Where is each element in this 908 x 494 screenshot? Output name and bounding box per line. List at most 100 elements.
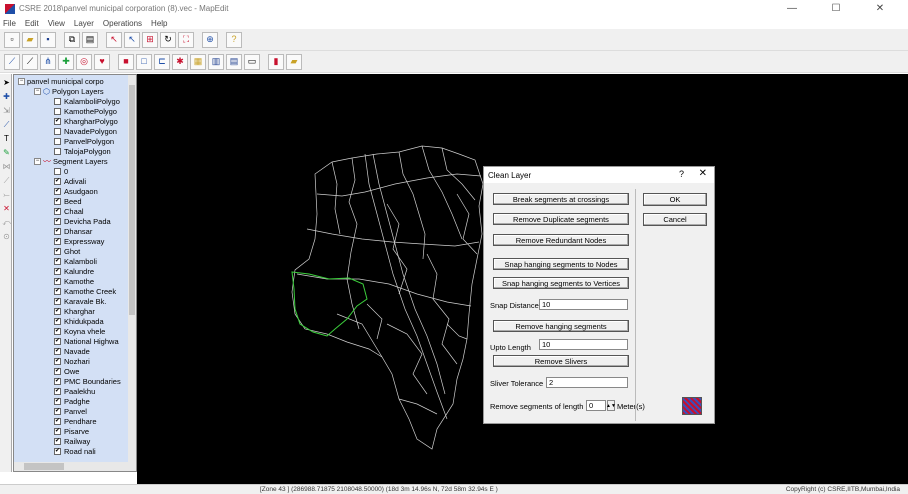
- layer-checkbox[interactable]: ✔: [54, 217, 61, 225]
- segment-layer-item[interactable]: ✔ Ghot: [54, 246, 80, 256]
- settings-icon[interactable]: ✱: [172, 53, 188, 70]
- copy-icon[interactable]: ⧉: [64, 31, 80, 48]
- rotate-icon[interactable]: ↻: [160, 31, 176, 48]
- select-arrow-icon[interactable]: ↖: [106, 31, 122, 48]
- segment-layer-item[interactable]: ✔ Chaal: [54, 206, 84, 216]
- delete-tool-icon[interactable]: ✕: [1, 203, 12, 214]
- layer-checkbox[interactable]: ✔: [54, 277, 61, 285]
- layer-checkbox[interactable]: [54, 107, 61, 115]
- ok-button[interactable]: OK: [643, 193, 707, 206]
- segment-layer-item[interactable]: ✔ Expressway: [54, 236, 104, 246]
- menu-edit[interactable]: Edit: [25, 19, 39, 28]
- segment-layer-item[interactable]: ✔ Kharghar: [54, 306, 95, 316]
- layer-checkbox[interactable]: ✔: [54, 237, 61, 245]
- polygon-layer-item[interactable]: KalamboliPolygo: [54, 96, 120, 106]
- remove-slivers-button[interactable]: Remove Slivers: [493, 355, 629, 367]
- menu-help[interactable]: Help: [151, 19, 167, 28]
- folder-icon[interactable]: ▰: [286, 53, 302, 70]
- layer-checkbox[interactable]: ✔: [54, 187, 61, 195]
- layer-checkbox[interactable]: ✔: [54, 367, 61, 375]
- menu-layer[interactable]: Layer: [74, 19, 94, 28]
- paste-icon[interactable]: ▤: [82, 31, 98, 48]
- polygon-layer-item[interactable]: PanvelPolygon: [54, 136, 114, 146]
- pointer-tool-icon[interactable]: ➤: [1, 77, 12, 88]
- undo-tool-icon[interactable]: ⤺: [1, 217, 12, 228]
- polygon-layer-item[interactable]: KamothePolygo: [54, 106, 117, 116]
- layer-checkbox[interactable]: ✔: [54, 327, 61, 335]
- maximize-button[interactable]: ☐: [814, 0, 858, 17]
- layer-checkbox[interactable]: ✔: [54, 397, 61, 405]
- layer-checkbox[interactable]: ✔: [54, 417, 61, 425]
- draw-line-icon[interactable]: ⟋: [4, 53, 20, 70]
- layer-panel-vertical-scrollbar[interactable]: [128, 75, 136, 464]
- layer-checkbox[interactable]: ✔: [54, 407, 61, 415]
- marker-icon[interactable]: ♥: [94, 53, 110, 70]
- segment-layer-item[interactable]: ✔ Pisarve: [54, 426, 89, 436]
- layer-checkbox[interactable]: ✔: [54, 357, 61, 365]
- segment-layer-item[interactable]: ✔ Adivali: [54, 176, 86, 186]
- grid-icon[interactable]: ⊞: [142, 31, 158, 48]
- segment-layers-group[interactable]: − 〰 Segment Layers: [34, 156, 108, 166]
- remove-duplicate-button[interactable]: Remove Duplicate segments: [493, 213, 629, 225]
- length-spinner[interactable]: ▲▼: [606, 400, 616, 411]
- layer-checkbox[interactable]: ✔: [54, 317, 61, 325]
- layers-icon[interactable]: ▤: [226, 53, 242, 70]
- layer-checkbox[interactable]: ✔: [54, 377, 61, 385]
- layer-tree-panel[interactable]: − panvel municipal corpo − ⬡ Polygon Layers K…: [13, 74, 137, 472]
- layer-checkbox[interactable]: ✔: [54, 387, 61, 395]
- collapse-icon[interactable]: −: [34, 87, 41, 95]
- menu-file[interactable]: File: [3, 19, 16, 28]
- remove-length-input[interactable]: 0: [586, 400, 606, 411]
- segment-layer-item[interactable]: ✔ Kalundre: [54, 266, 94, 276]
- layer-checkbox[interactable]: ✔: [54, 267, 61, 275]
- node-tool-icon[interactable]: ⋈: [1, 161, 12, 172]
- layer-checkbox[interactable]: [54, 127, 61, 135]
- join-tool-icon[interactable]: ⤚: [1, 189, 12, 200]
- zoom-icon[interactable]: ⊕: [202, 31, 218, 48]
- snap-nodes-button[interactable]: Snap hanging segments to Nodes: [493, 258, 629, 270]
- layer-checkbox[interactable]: ✔: [54, 177, 61, 185]
- layer-checkbox[interactable]: ✔: [54, 337, 61, 345]
- square-outline-icon[interactable]: □: [136, 53, 152, 70]
- segment-layer-item[interactable]: ✔ Dhansar: [54, 226, 92, 236]
- segment-layer-item[interactable]: ✔ Owe: [54, 366, 79, 376]
- segment-layer-item[interactable]: ✔ Asudgaon: [54, 186, 98, 196]
- layer-checkbox[interactable]: ✔: [54, 197, 61, 205]
- rectangle-icon[interactable]: ■: [118, 53, 134, 70]
- draw-polyline-icon[interactable]: ⟋: [22, 53, 38, 70]
- segment-layer-item[interactable]: ✔ Koyna vhele: [54, 326, 105, 336]
- layer-tree-root[interactable]: − panvel municipal corpo: [18, 76, 104, 86]
- segment-layer-item[interactable]: ✔ National Highwa: [54, 336, 119, 346]
- menu-view[interactable]: View: [48, 19, 65, 28]
- upto-length-input[interactable]: 10: [539, 339, 628, 350]
- segment-layer-item[interactable]: ✔ Devicha Pada: [54, 216, 111, 226]
- break-segments-button[interactable]: Break segments at crossings: [493, 193, 629, 205]
- segment-layer-item[interactable]: ✔ Pendhare: [54, 416, 97, 426]
- menu-operations[interactable]: Operations: [103, 19, 142, 28]
- remove-redundant-button[interactable]: Remove Redundant Nodes: [493, 234, 629, 246]
- add-tool-icon[interactable]: ✚: [1, 91, 12, 102]
- layer-checkbox[interactable]: ✔: [54, 287, 61, 295]
- dialog-help-button[interactable]: ?: [679, 169, 684, 179]
- add-node-icon[interactable]: ✚: [58, 53, 74, 70]
- collapse-icon[interactable]: −: [18, 77, 25, 85]
- segment-layer-item[interactable]: ✔ Khidukpada: [54, 316, 104, 326]
- open-folder-icon[interactable]: ▰: [22, 31, 38, 48]
- save-icon[interactable]: ▪: [40, 31, 56, 48]
- split-tool-icon[interactable]: ⟋: [1, 175, 12, 186]
- help-icon[interactable]: ?: [226, 31, 242, 48]
- layer-checkbox[interactable]: ✔: [54, 227, 61, 235]
- selected-kharghar-polygon[interactable]: [291, 271, 368, 337]
- snap-vertices-button[interactable]: Snap hanging segments to Vertices: [493, 277, 629, 289]
- snap-node-icon[interactable]: ⋔: [40, 53, 56, 70]
- frame-icon[interactable]: ▭: [244, 53, 260, 70]
- sliver-tolerance-input[interactable]: 2: [546, 377, 628, 388]
- pointer-arrow-icon[interactable]: ↖: [124, 31, 140, 48]
- figure-icon[interactable]: ⛶: [178, 31, 194, 48]
- polygon-layer-item[interactable]: NavadePolygon: [54, 126, 117, 136]
- line-tool-icon[interactable]: ⟋: [1, 119, 12, 130]
- minimize-button[interactable]: —: [770, 0, 814, 17]
- segment-layer-item[interactable]: ✔ Nozhari: [54, 356, 90, 366]
- layer-checkbox[interactable]: [54, 167, 61, 175]
- layer-panel-horizontal-scrollbar[interactable]: [14, 462, 136, 471]
